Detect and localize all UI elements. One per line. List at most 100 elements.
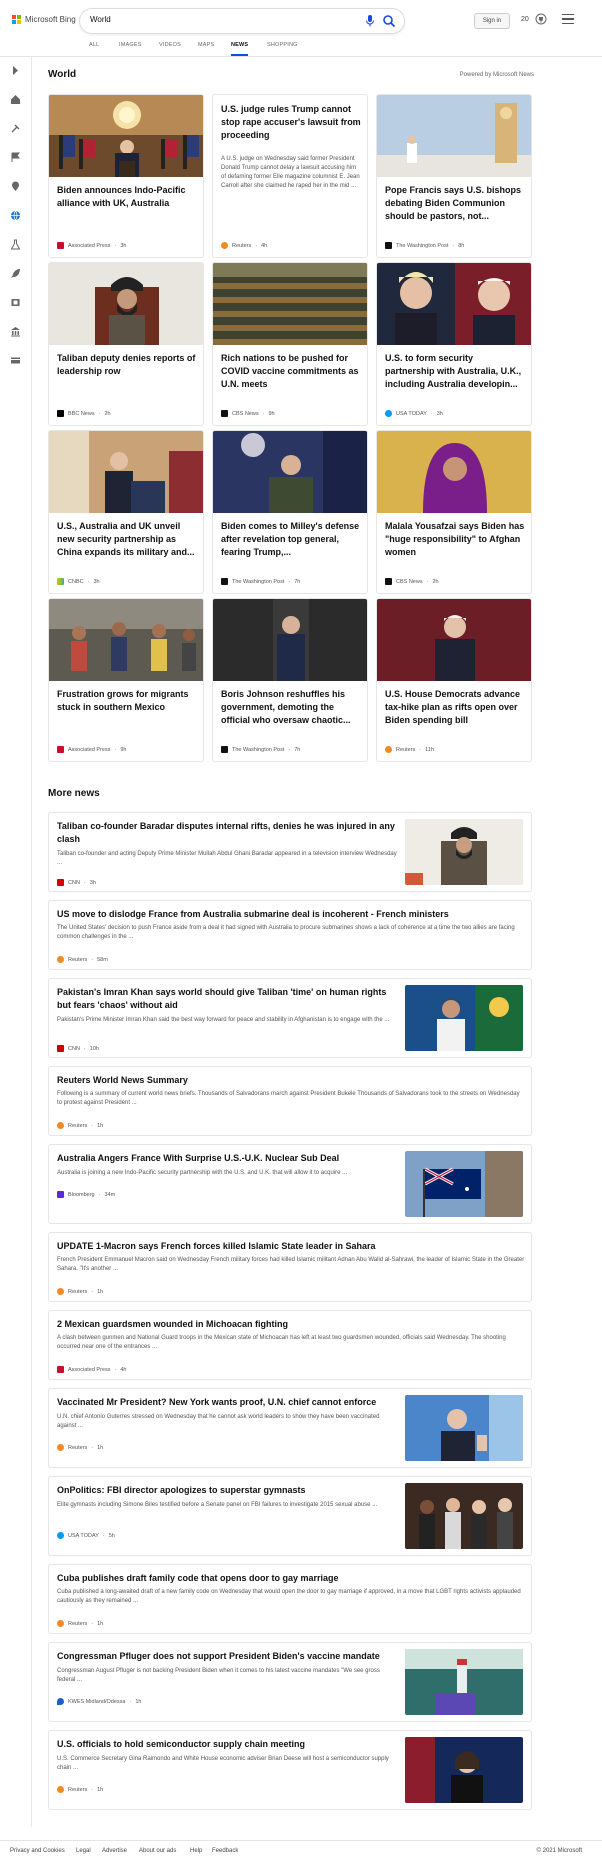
card-title[interactable]: Frustration grows for migrants stuck in …: [57, 688, 197, 714]
news-card[interactable]: Malala Yousafzai says Biden has "huge re…: [376, 430, 532, 594]
card-title[interactable]: Taliban deputy denies reports of leaders…: [57, 352, 197, 378]
item-title[interactable]: Australia Angers France With Surprise U.…: [57, 1152, 397, 1165]
list-item[interactable]: Pakistan's Imran Khan says world should …: [48, 978, 532, 1058]
search-input[interactable]: World: [90, 15, 111, 24]
card-title[interactable]: Boris Johnson reshuffles his government,…: [221, 688, 361, 727]
item-title[interactable]: U.S. officials to hold semiconductor sup…: [57, 1738, 397, 1751]
news-card[interactable]: Boris Johnson reshuffles his government,…: [212, 598, 368, 762]
list-item[interactable]: Vaccinated Mr President? New York wants …: [48, 1388, 532, 1468]
item-title[interactable]: Pakistan's Imran Khan says world should …: [57, 986, 397, 1012]
list-item[interactable]: UPDATE 1-Macron says French forces kille…: [48, 1232, 532, 1302]
news-card[interactable]: Rich nations to be pushed for COVID vacc…: [212, 262, 368, 426]
location-pin-icon: [57, 1698, 64, 1705]
item-title[interactable]: OnPolitics: FBI director apologizes to s…: [57, 1484, 397, 1497]
rewards-trophy-icon[interactable]: [535, 12, 547, 26]
reuters-logo-icon: [57, 1620, 64, 1627]
nav-all[interactable]: ALL: [89, 42, 99, 48]
nav-maps[interactable]: MAPS: [198, 42, 214, 48]
card-source: Associated Press · 3h: [57, 242, 126, 249]
list-item[interactable]: U.S. officials to hold semiconductor sup…: [48, 1730, 532, 1810]
news-card[interactable]: Frustration grows for migrants stuck in …: [48, 598, 204, 762]
nav-news[interactable]: NEWS: [231, 42, 248, 48]
film-icon[interactable]: [10, 297, 21, 308]
list-item[interactable]: OnPolitics: FBI director apologizes to s…: [48, 1476, 532, 1556]
news-card[interactable]: Biden announces Indo-Pacific alliance wi…: [48, 94, 204, 258]
item-title[interactable]: 2 Mexican guardsmen wounded in Michoacan…: [57, 1318, 517, 1331]
search-box[interactable]: World: [80, 9, 404, 33]
nav-videos[interactable]: VIDEOS: [159, 42, 181, 48]
item-title[interactable]: US move to dislodge France from Australi…: [57, 908, 517, 921]
news-card[interactable]: U.S. House Democrats advance tax-hike pl…: [376, 598, 532, 762]
item-title[interactable]: UPDATE 1-Macron says French forces kille…: [57, 1240, 517, 1253]
globe-icon[interactable]: [10, 210, 21, 221]
card-title[interactable]: U.S. House Democrats advance tax-hike pl…: [385, 688, 525, 727]
list-item[interactable]: Congressman Pfluger does not support Pre…: [48, 1642, 532, 1722]
bing-logo[interactable]: Microsoft Bing: [12, 15, 76, 24]
news-card[interactable]: Taliban deputy denies reports of leaders…: [48, 262, 204, 426]
item-title[interactable]: Vaccinated Mr President? New York wants …: [57, 1396, 397, 1409]
scope-nav: ALL IMAGES VIDEOS MAPS NEWS SHOPPING: [0, 38, 602, 57]
science-icon[interactable]: [10, 239, 21, 250]
search-icon[interactable]: [382, 14, 396, 28]
list-item[interactable]: US move to dislodge France from Australi…: [48, 900, 532, 970]
card-icon[interactable]: [10, 355, 21, 366]
list-item[interactable]: 2 Mexican guardsmen wounded in Michoacan…: [48, 1310, 532, 1380]
item-title[interactable]: Cuba publishes draft family code that op…: [57, 1572, 517, 1585]
card-title[interactable]: Biden comes to Milley's defense after re…: [221, 520, 361, 559]
commerce-secretary-image: [405, 1737, 523, 1803]
item-snippet: U.N. chief Antonio Guterres stressed on …: [57, 1414, 380, 1429]
sign-in-button[interactable]: Sign in: [474, 13, 510, 29]
ap-logo-icon: [57, 242, 64, 249]
item-snippet: Pakistan's Prime Minister Imran Khan sai…: [57, 1017, 390, 1023]
expand-icon[interactable]: [10, 65, 21, 76]
list-item[interactable]: Australia Angers France With Surprise U.…: [48, 1144, 532, 1224]
card-title[interactable]: Rich nations to be pushed for COVID vacc…: [221, 352, 361, 391]
item-title[interactable]: Reuters World News Summary: [57, 1074, 517, 1087]
card-title[interactable]: Biden announces Indo-Pacific alliance wi…: [57, 184, 197, 210]
menu-icon[interactable]: [562, 14, 574, 24]
item-source: KWES Midland/Odessa · 1h: [57, 1698, 141, 1705]
card-title[interactable]: U.S. to form security partnership with A…: [385, 352, 525, 391]
bank-icon[interactable]: [10, 326, 21, 337]
more-news-title: More news: [48, 788, 100, 799]
card-title[interactable]: U.S. judge rules Trump cannot stop rape …: [221, 103, 361, 142]
card-source: Reuters · 11h: [385, 746, 434, 753]
news-card[interactable]: U.S. to form security partnership with A…: [376, 262, 532, 426]
vaccine-vial-image: [405, 1649, 523, 1715]
news-card[interactable]: Pope Francis says U.S. bishops debating …: [376, 94, 532, 258]
card-source: CNBC · 3h: [57, 578, 100, 585]
microphone-icon[interactable]: [364, 14, 376, 28]
footer-link-advertise[interactable]: Advertise: [102, 1848, 127, 1854]
news-card[interactable]: U.S. judge rules Trump cannot stop rape …: [212, 94, 368, 258]
active-tab-indicator: [231, 54, 248, 56]
nav-images[interactable]: IMAGES: [119, 42, 142, 48]
list-item[interactable]: Cuba publishes draft family code that op…: [48, 1564, 532, 1634]
rewards-count[interactable]: 20: [521, 16, 529, 23]
taliban-leader-image: [49, 263, 203, 345]
news-card[interactable]: U.S., Australia and UK unveil new securi…: [48, 430, 204, 594]
flag-icon[interactable]: [10, 152, 21, 163]
powered-by[interactable]: Powered by Microsoft News: [460, 72, 534, 78]
footer-link-legal[interactable]: Legal: [76, 1848, 91, 1854]
home-icon[interactable]: [10, 94, 21, 105]
card-title[interactable]: U.S., Australia and UK unveil new securi…: [57, 520, 197, 559]
cbs-logo-icon: [221, 410, 228, 417]
list-item[interactable]: Taliban co-founder Baradar disputes inte…: [48, 812, 532, 892]
item-title[interactable]: Taliban co-founder Baradar disputes inte…: [57, 820, 397, 846]
pin-icon[interactable]: [10, 181, 21, 192]
footer-link-privacy[interactable]: Privacy and Cookies: [10, 1848, 65, 1854]
nav-shopping[interactable]: SHOPPING: [267, 42, 298, 48]
news-card[interactable]: Biden comes to Milley's defense after re…: [212, 430, 368, 594]
item-source: Reuters · 1h: [57, 1122, 103, 1129]
card-title[interactable]: Malala Yousafzai says Biden has "huge re…: [385, 520, 525, 559]
tools-icon[interactable]: [10, 123, 21, 134]
list-item[interactable]: Reuters World News Summary Following is …: [48, 1066, 532, 1136]
footer-link-about-ads[interactable]: About our ads: [139, 1848, 176, 1854]
rocket-icon[interactable]: [10, 268, 21, 279]
item-title[interactable]: Congressman Pfluger does not support Pre…: [57, 1650, 397, 1663]
footer-link-feedback[interactable]: Feedback: [212, 1848, 238, 1854]
official-walking-image: [213, 599, 367, 681]
footer-link-help[interactable]: Help: [190, 1848, 202, 1854]
card-title[interactable]: Pope Francis says U.S. bishops debating …: [385, 184, 525, 223]
item-source: Associated Press · 4h: [57, 1366, 126, 1373]
